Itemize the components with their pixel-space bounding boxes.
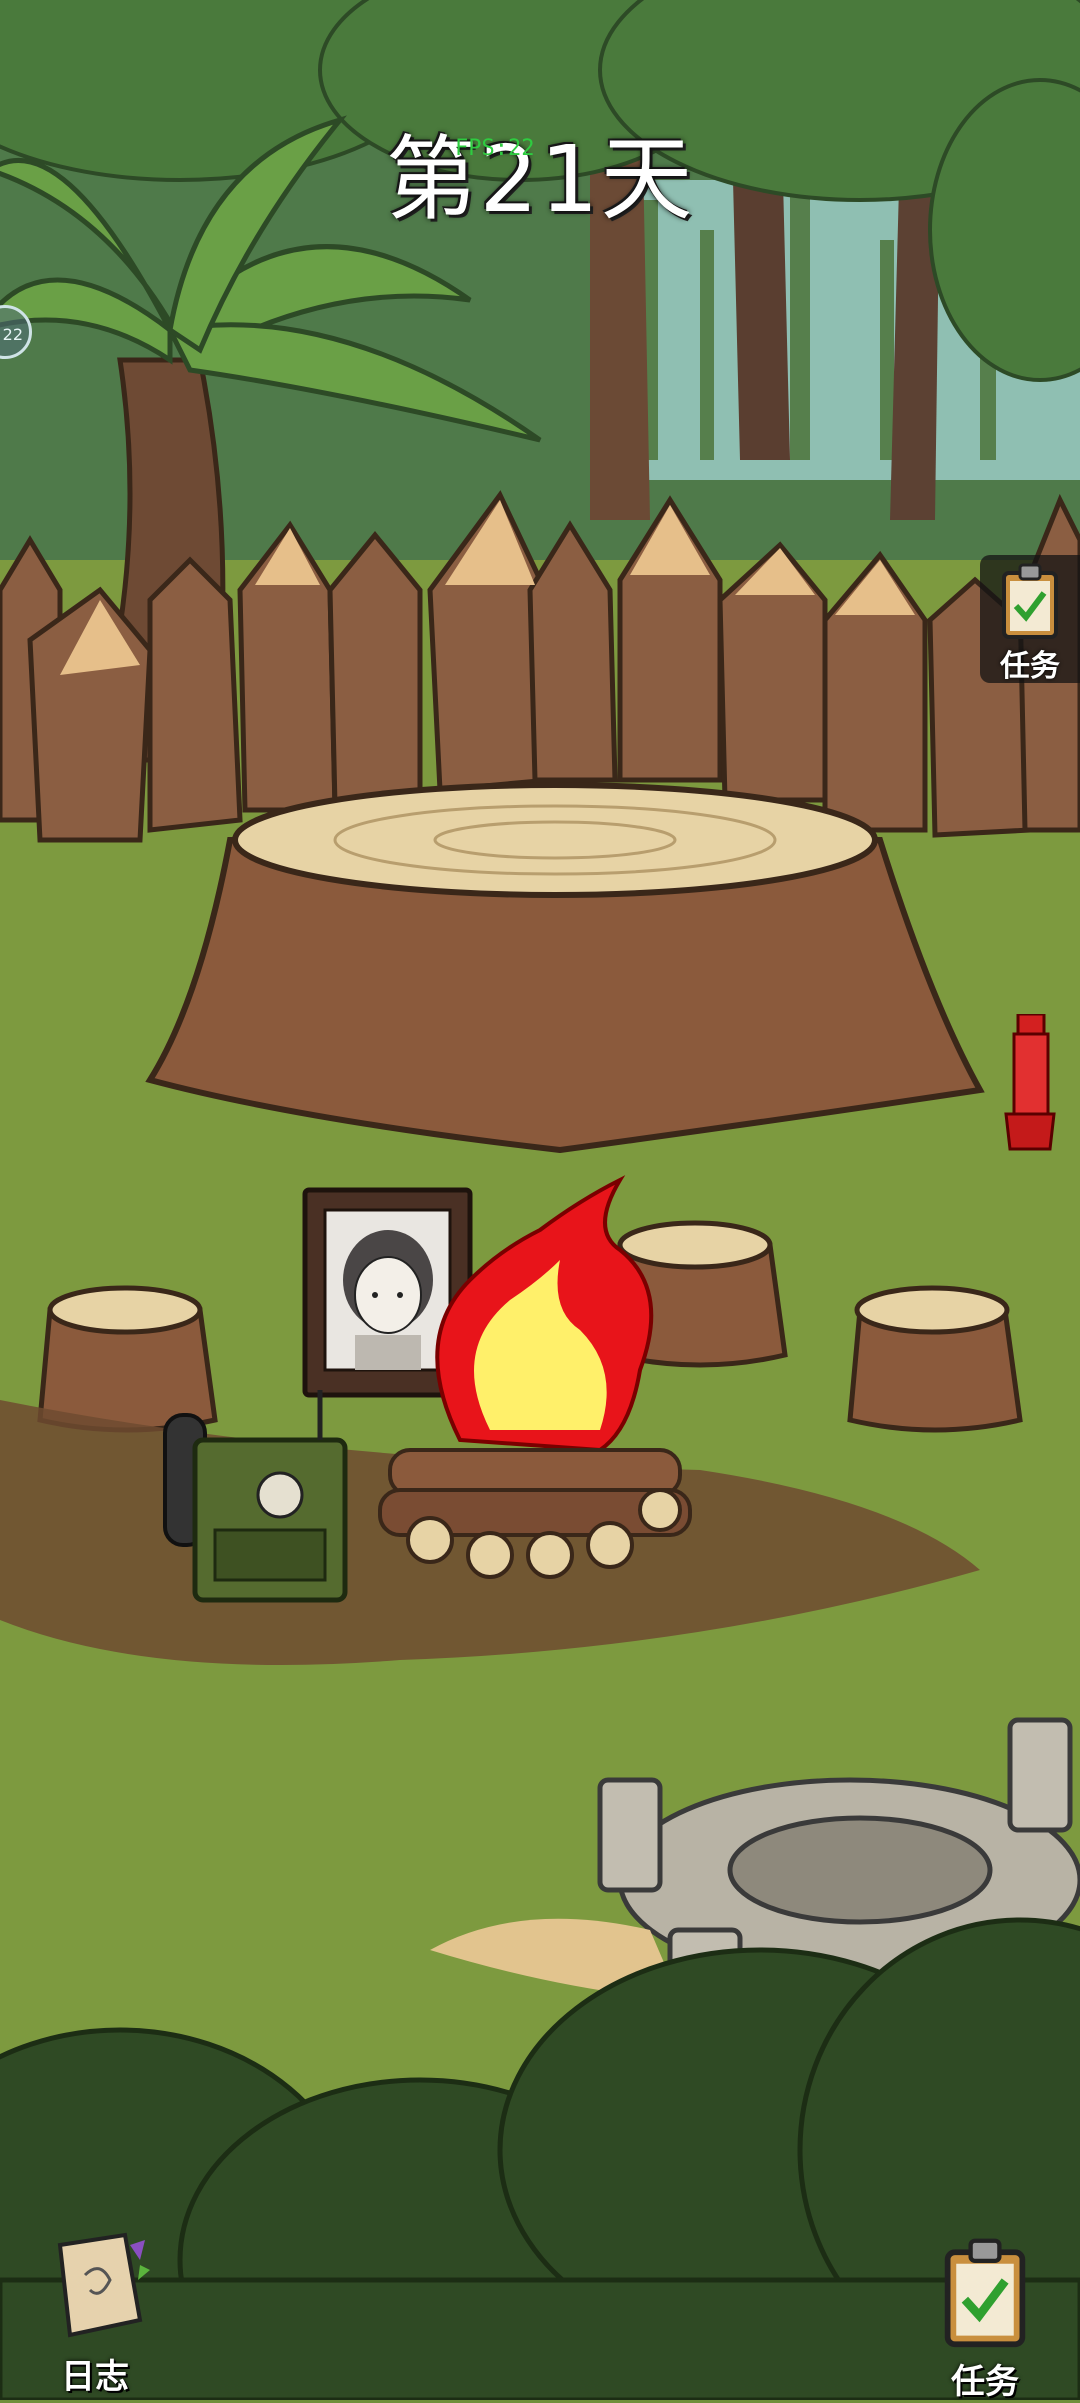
task-label-top: 任务	[1000, 649, 1060, 684]
diary-icon	[57, 2232, 150, 2338]
clipboard-check-icon	[1002, 563, 1058, 639]
diary-button[interactable]: 日志	[40, 2225, 150, 2398]
task-button-bottom[interactable]: 任务	[930, 2235, 1040, 2403]
flashlight[interactable]	[1000, 1014, 1060, 1154]
day-title: 第21天	[385, 126, 695, 233]
task-button-top[interactable]: 任务	[980, 555, 1080, 684]
campfire[interactable]	[370, 1170, 700, 1600]
task-label-bottom: 任务	[951, 2362, 1019, 2402]
fps-counter: FPS:22	[455, 136, 535, 161]
clipboard-check-icon	[944, 2238, 1026, 2348]
diary-label: 日志	[61, 2357, 129, 2397]
radio-transmitter[interactable]	[160, 1390, 360, 1620]
